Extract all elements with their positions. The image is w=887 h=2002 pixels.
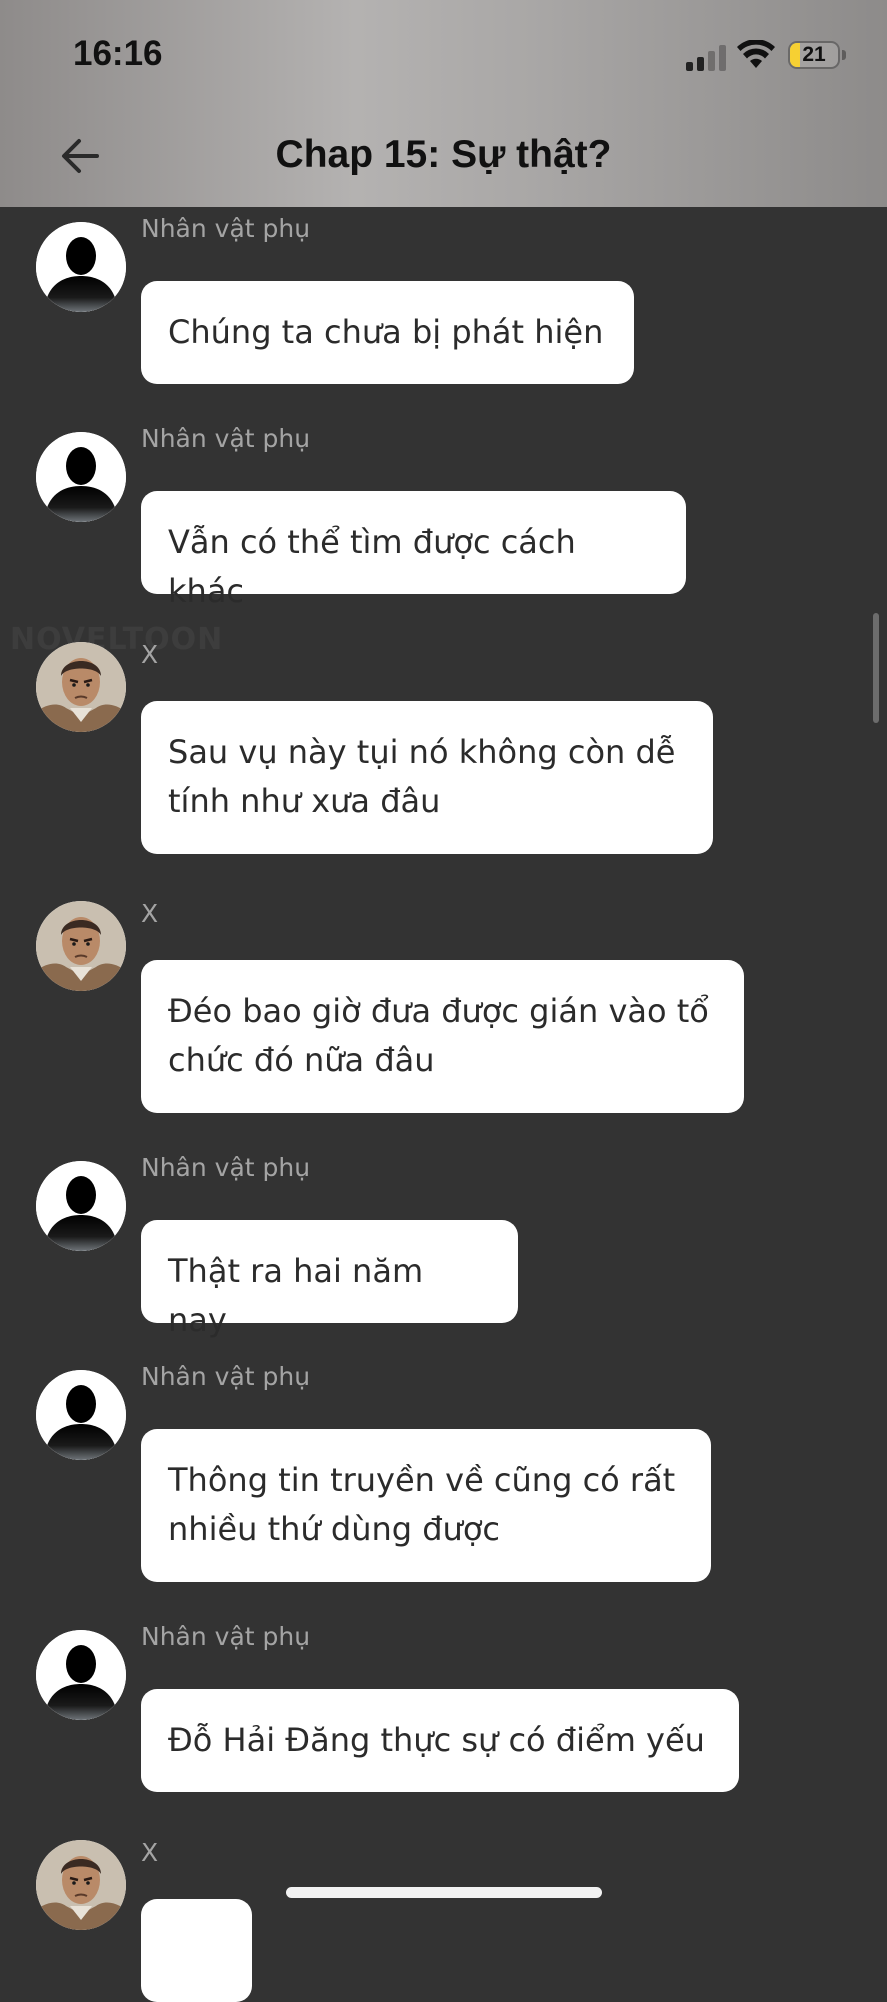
- battery-icon: 21: [788, 41, 840, 69]
- silhouette-avatar[interactable]: [36, 432, 126, 522]
- cellular-signal-icon: [686, 45, 728, 71]
- message-bubble: Sau vụ này tụi nó không còn dễ tính như …: [141, 701, 713, 854]
- battery-cap: [842, 50, 846, 60]
- sender-name: X: [141, 899, 159, 928]
- silhouette-avatar[interactable]: [36, 1161, 126, 1251]
- sender-name: X: [141, 1838, 159, 1867]
- sender-name: X: [141, 640, 159, 669]
- watermark: NOVELTOON: [10, 622, 224, 657]
- scrollbar[interactable]: [873, 613, 879, 723]
- silhouette-avatar[interactable]: [36, 1370, 126, 1460]
- character-avatar[interactable]: [36, 901, 126, 991]
- battery-percent: 21: [802, 43, 826, 66]
- home-indicator[interactable]: [286, 1887, 602, 1898]
- sender-name: Nhân vật phụ: [141, 1362, 311, 1391]
- message-bubble: Đỗ Hải Đăng thực sự có điểm yếu: [141, 1689, 739, 1792]
- silhouette-avatar[interactable]: [36, 1630, 126, 1720]
- page-title: Chap 15: Sự thật?: [275, 133, 612, 176]
- status-time: 16:16: [73, 34, 163, 73]
- message-bubble: Thông tin truyền về cũng có rất nhiều th…: [141, 1429, 711, 1582]
- message-bubble: Vẫn có thể tìm được cách khác: [141, 491, 686, 610]
- top-bar: 16:16 21 Chap 15: Sự thật?: [0, 0, 887, 207]
- wifi-icon: [737, 40, 775, 68]
- message-bubble: Chúng ta chưa bị phát hiện: [141, 281, 634, 384]
- message-bubble: Đéo bao giờ đưa được gián vào tổ chức đó…: [141, 960, 744, 1113]
- sender-name: Nhân vật phụ: [141, 424, 311, 453]
- character-avatar[interactable]: [36, 642, 126, 732]
- silhouette-avatar[interactable]: [36, 222, 126, 312]
- sender-name: Nhân vật phụ: [141, 214, 311, 243]
- sender-name: Nhân vật phụ: [141, 1153, 311, 1182]
- message-bubble: [141, 1899, 252, 2002]
- sender-name: Nhân vật phụ: [141, 1622, 311, 1651]
- character-avatar[interactable]: [36, 1840, 126, 1930]
- message-bubble: Thật ra hai năm nay: [141, 1220, 518, 1339]
